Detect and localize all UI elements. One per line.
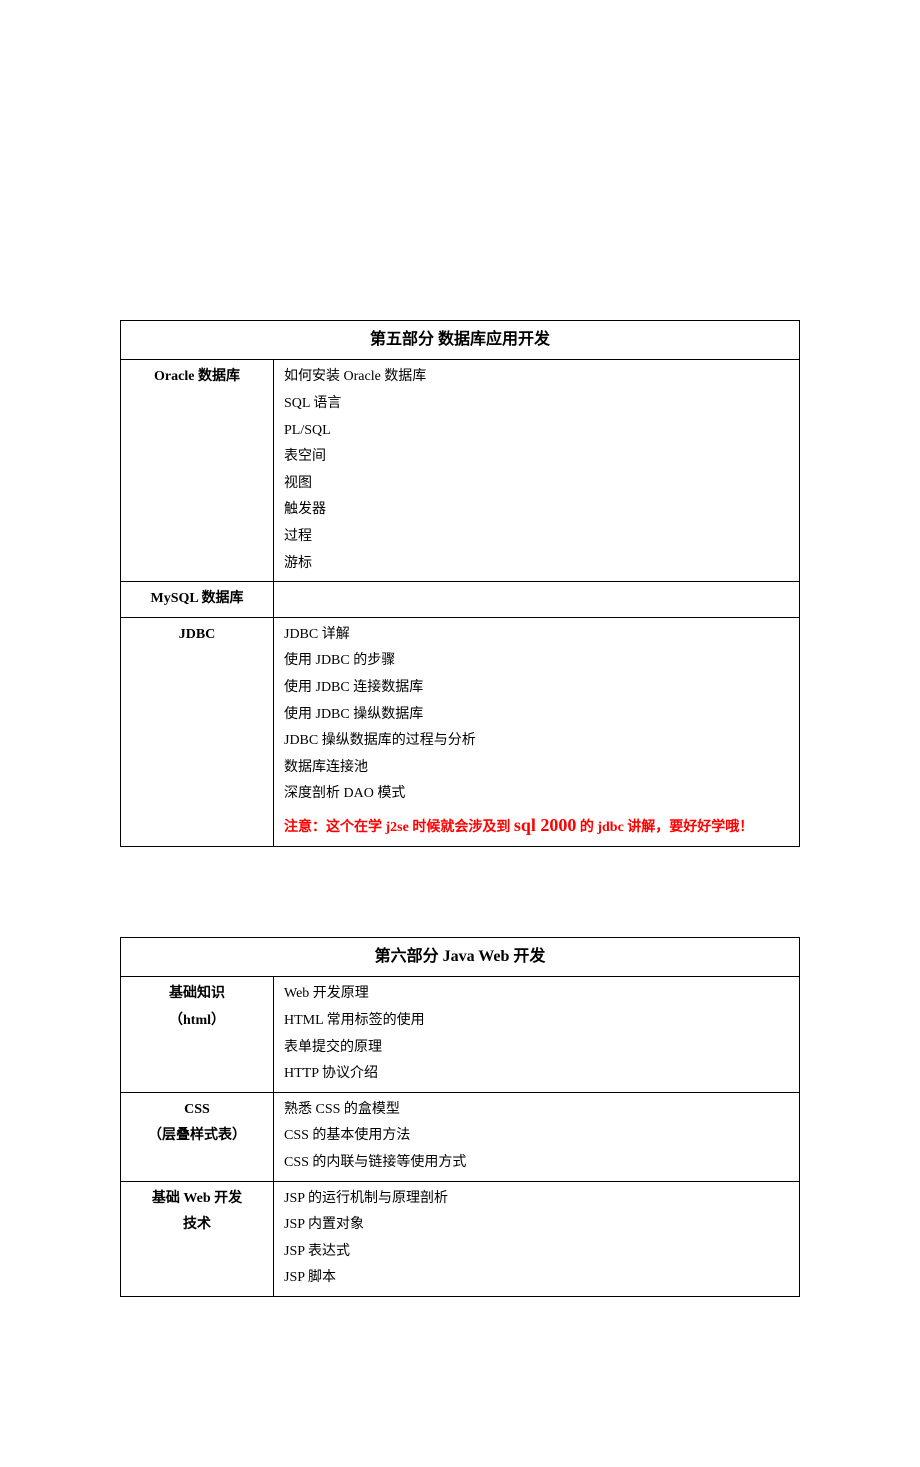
row-content: 如何安装 Oracle 数据库 SQL 语言 PL/SQL 表空间 视图 触发器… bbox=[274, 360, 800, 582]
row-label-line2: （html） bbox=[169, 1013, 225, 1028]
list-item: 表单提交的原理 bbox=[284, 1035, 789, 1062]
row-content: JSP 的运行机制与原理剖析 JSP 内置对象 JSP 表达式 JSP 脚本 bbox=[274, 1181, 800, 1296]
row-label-line1: CSS bbox=[184, 1102, 210, 1117]
row-content: Web 开发原理 HTML 常用标签的使用 表单提交的原理 HTTP 协议介绍 bbox=[274, 977, 800, 1092]
row-label-line1: 基础知识 bbox=[169, 986, 225, 1001]
list-item: 表空间 bbox=[284, 444, 789, 471]
list-item: HTTP 协议介绍 bbox=[284, 1061, 789, 1088]
row-label-line1: 基础 Web 开发 bbox=[152, 1191, 242, 1206]
list-item: 触发器 bbox=[284, 497, 789, 524]
row-label-line2: （层叠样式表） bbox=[148, 1128, 246, 1143]
list-item: 游标 bbox=[284, 551, 789, 578]
list-item: JSP 的运行机制与原理剖析 bbox=[284, 1186, 789, 1213]
list-item: 数据库连接池 bbox=[284, 755, 789, 782]
list-item: JSP 表达式 bbox=[284, 1239, 789, 1266]
row-label: MySQL 数据库 bbox=[121, 582, 274, 618]
row-label: CSS （层叠样式表） bbox=[121, 1092, 274, 1181]
table-row: 基础知识 （html） Web 开发原理 HTML 常用标签的使用 表单提交的原… bbox=[121, 977, 800, 1092]
list-item: JDBC 详解 bbox=[284, 622, 789, 649]
list-item: PL/SQL bbox=[284, 418, 789, 445]
list-item: 视图 bbox=[284, 471, 789, 498]
row-content bbox=[274, 582, 800, 618]
list-item: 深度剖析 DAO 模式 bbox=[284, 781, 789, 808]
section6-title: 第六部分 Java Web 开发 bbox=[121, 938, 800, 977]
list-item: CSS 的内联与链接等使用方式 bbox=[284, 1150, 789, 1177]
row-label-line2: 技术 bbox=[183, 1217, 211, 1232]
document-page: 第五部分 数据库应用开发 Oracle 数据库 如何安装 Oracle 数据库 … bbox=[0, 0, 920, 1467]
section6-table: 第六部分 Java Web 开发 基础知识 （html） Web 开发原理 HT… bbox=[120, 937, 800, 1297]
list-item: HTML 常用标签的使用 bbox=[284, 1008, 789, 1035]
row-label: 基础知识 （html） bbox=[121, 977, 274, 1092]
row-content: 熟悉 CSS 的盒模型 CSS 的基本使用方法 CSS 的内联与链接等使用方式 bbox=[274, 1092, 800, 1181]
section5-title: 第五部分 数据库应用开发 bbox=[121, 321, 800, 360]
list-item: Web 开发原理 bbox=[284, 981, 789, 1008]
list-item: JSP 脚本 bbox=[284, 1265, 789, 1292]
row-content: JDBC 详解 使用 JDBC 的步骤 使用 JDBC 连接数据库 使用 JDB… bbox=[274, 617, 800, 846]
table-row: Oracle 数据库 如何安装 Oracle 数据库 SQL 语言 PL/SQL… bbox=[121, 360, 800, 582]
table-row: 基础 Web 开发 技术 JSP 的运行机制与原理剖析 JSP 内置对象 JSP… bbox=[121, 1181, 800, 1296]
table-row: MySQL 数据库 bbox=[121, 582, 800, 618]
row-label: Oracle 数据库 bbox=[121, 360, 274, 582]
list-item: JSP 内置对象 bbox=[284, 1212, 789, 1239]
list-item: 使用 JDBC 连接数据库 bbox=[284, 675, 789, 702]
note-post: 的 jdbc 讲解，要好好学哦！ bbox=[576, 820, 753, 835]
table-row: CSS （层叠样式表） 熟悉 CSS 的盒模型 CSS 的基本使用方法 CSS … bbox=[121, 1092, 800, 1181]
list-item: 熟悉 CSS 的盒模型 bbox=[284, 1097, 789, 1124]
list-item: 过程 bbox=[284, 524, 789, 551]
row-label: 基础 Web 开发 技术 bbox=[121, 1181, 274, 1296]
note-text: 注意：这个在学 j2se 时候就会涉及到 sql 2000 的 jdbc 讲解，… bbox=[284, 820, 753, 835]
note-pre: 注意：这个在学 j2se 时候就会涉及到 bbox=[284, 820, 514, 835]
list-item: 使用 JDBC 的步骤 bbox=[284, 648, 789, 675]
list-item: CSS 的基本使用方法 bbox=[284, 1123, 789, 1150]
note-big: sql 2000 bbox=[514, 815, 577, 835]
list-item: SQL 语言 bbox=[284, 391, 789, 418]
list-item: JDBC 操纵数据库的过程与分析 bbox=[284, 728, 789, 755]
list-item: 如何安装 Oracle 数据库 bbox=[284, 364, 789, 391]
row-label: JDBC bbox=[121, 617, 274, 846]
section5-table: 第五部分 数据库应用开发 Oracle 数据库 如何安装 Oracle 数据库 … bbox=[120, 320, 800, 847]
table-row: JDBC JDBC 详解 使用 JDBC 的步骤 使用 JDBC 连接数据库 使… bbox=[121, 617, 800, 846]
list-item: 使用 JDBC 操纵数据库 bbox=[284, 702, 789, 729]
